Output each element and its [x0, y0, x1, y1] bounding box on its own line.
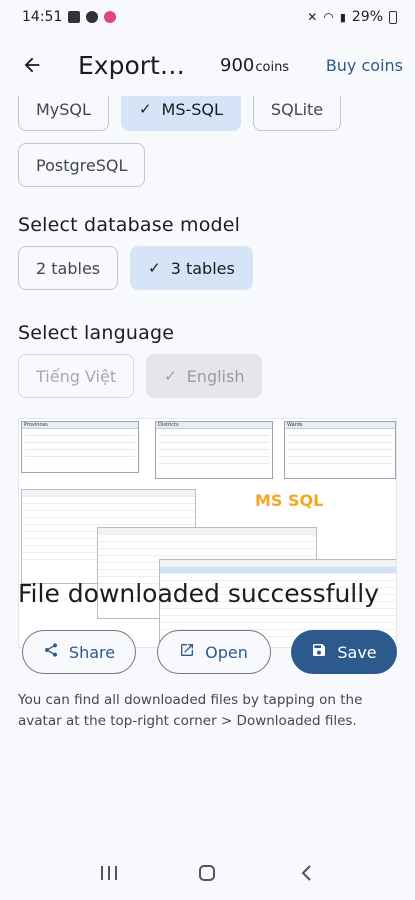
status-time: 14:51 — [22, 9, 63, 25]
chip-mysql[interactable]: MySQL — [18, 96, 109, 131]
messenger-icon — [86, 11, 99, 23]
status-right: ✕ ◠ ▮ 29% — [307, 9, 397, 25]
home-icon — [199, 865, 216, 881]
coin-balance: 900coins — [220, 55, 289, 76]
downloads-hint-text: You can find all downloaded files by tap… — [18, 692, 363, 729]
chip-3-tables[interactable]: ✓ 3 tables — [130, 246, 253, 290]
home-button[interactable] — [187, 858, 227, 888]
signal-icon: ▮ — [339, 10, 346, 24]
table-title: Districts — [156, 422, 272, 429]
share-icon — [43, 642, 59, 662]
chip-label: MS-SQL — [161, 99, 223, 119]
recent-apps-icon — [101, 866, 118, 880]
battery-level: 29% — [351, 9, 383, 25]
check-icon: ✓ — [138, 100, 152, 118]
gallery-icon — [68, 11, 81, 23]
check-icon: ✓ — [164, 367, 177, 385]
coin-unit: coins — [255, 59, 290, 75]
back-button[interactable] — [8, 41, 56, 89]
language-chips: Tiếng Việt ✓ English — [0, 354, 415, 398]
arrow-back-icon — [24, 57, 40, 73]
app-bar: Export… 900coins Buy coins — [0, 34, 415, 96]
save-button[interactable]: Save — [291, 630, 397, 674]
open-in-new-icon — [179, 642, 195, 662]
download-success-message: File downloaded successfully — [18, 579, 379, 608]
chip-label: SQLite — [270, 99, 324, 119]
open-label: Open — [205, 642, 248, 662]
section-title-db-model: Select database model — [18, 214, 241, 236]
action-buttons: Share Open Save — [22, 630, 397, 674]
back-nav-button[interactable] — [286, 858, 326, 888]
chip-label: PostgreSQL — [36, 155, 128, 175]
chip-mssql[interactable]: ✓ MS-SQL — [120, 96, 241, 131]
save-icon — [311, 642, 327, 662]
mute-icon: ✕ — [307, 10, 318, 24]
chip-sqlite[interactable]: SQLite — [252, 96, 342, 131]
save-label: Save — [337, 642, 377, 662]
open-button[interactable]: Open — [156, 630, 271, 674]
chip-label: Tiếng Việt — [36, 366, 117, 386]
chip-postgresql[interactable]: PostgreSQL — [18, 143, 146, 187]
table-diagram-districts: Districts — [155, 421, 273, 479]
status-left: 14:51 — [22, 9, 117, 25]
table-title: Provinces — [22, 422, 138, 429]
schema-preview-image: Provinces Districts Wards MS SQL — [18, 418, 397, 648]
chip-2-tables[interactable]: 2 tables — [18, 246, 119, 290]
app-notification-icon — [104, 11, 117, 23]
chip-label: MySQL — [36, 99, 91, 119]
section-title-language: Select language — [18, 322, 175, 344]
check-icon: ✓ — [148, 259, 161, 277]
share-label: Share — [68, 642, 116, 662]
table-title: Wards — [285, 422, 395, 429]
recent-apps-button[interactable] — [89, 858, 129, 888]
table-diagram-wards: Wards — [284, 421, 396, 479]
table-diagram-provinces: Provinces — [21, 421, 139, 473]
db-type-chips: MySQL ✓ MS-SQL SQLite PostgreSQL — [0, 96, 415, 187]
system-nav-bar — [0, 846, 415, 900]
coin-value: 900 — [220, 54, 255, 76]
chip-label: 3 tables — [170, 258, 235, 278]
db-model-chips: 2 tables ✓ 3 tables — [0, 246, 415, 290]
wifi-icon: ◠ — [323, 10, 334, 24]
chip-english[interactable]: ✓ English — [146, 354, 263, 398]
chip-label: English — [186, 366, 245, 386]
chip-label: 2 tables — [36, 258, 101, 278]
chip-vietnamese[interactable]: Tiếng Việt — [18, 354, 135, 398]
ms-sql-label: MS SQL — [255, 491, 324, 510]
chevron-left-icon — [301, 865, 311, 881]
page-title: Export… — [78, 50, 185, 80]
status-bar: 14:51 ✕ ◠ ▮ 29% — [0, 0, 415, 34]
buy-coins-button[interactable]: Buy coins — [326, 56, 403, 75]
battery-icon — [389, 10, 397, 24]
share-button[interactable]: Share — [22, 630, 136, 674]
content-scroll[interactable]: MySQL ✓ MS-SQL SQLite PostgreSQL Select d… — [0, 96, 415, 846]
